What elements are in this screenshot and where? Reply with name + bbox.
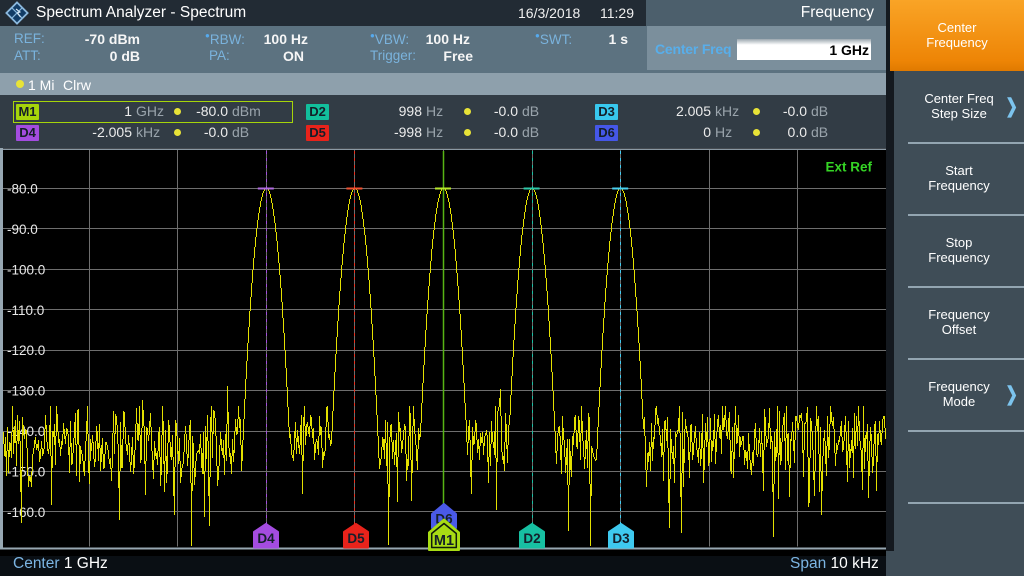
svg-text:Ext Ref: Ext Ref (825, 160, 872, 175)
svg-text:D5: D5 (347, 531, 365, 546)
svg-text:-150.0: -150.0 (7, 464, 45, 479)
svg-text:-80.0: -80.0 (7, 182, 38, 197)
svg-text:-100.0: -100.0 (7, 262, 45, 277)
svg-text:D4: D4 (257, 531, 275, 546)
svg-text:-160.0: -160.0 (7, 505, 45, 520)
svg-text:D3: D3 (612, 531, 630, 546)
svg-text:-120.0: -120.0 (7, 343, 45, 358)
svg-text:M1: M1 (434, 533, 454, 549)
svg-text:-90.0: -90.0 (7, 222, 38, 237)
svg-text:D2: D2 (523, 531, 540, 546)
svg-text:-110.0: -110.0 (7, 303, 44, 318)
svg-text:-130.0: -130.0 (7, 384, 45, 399)
